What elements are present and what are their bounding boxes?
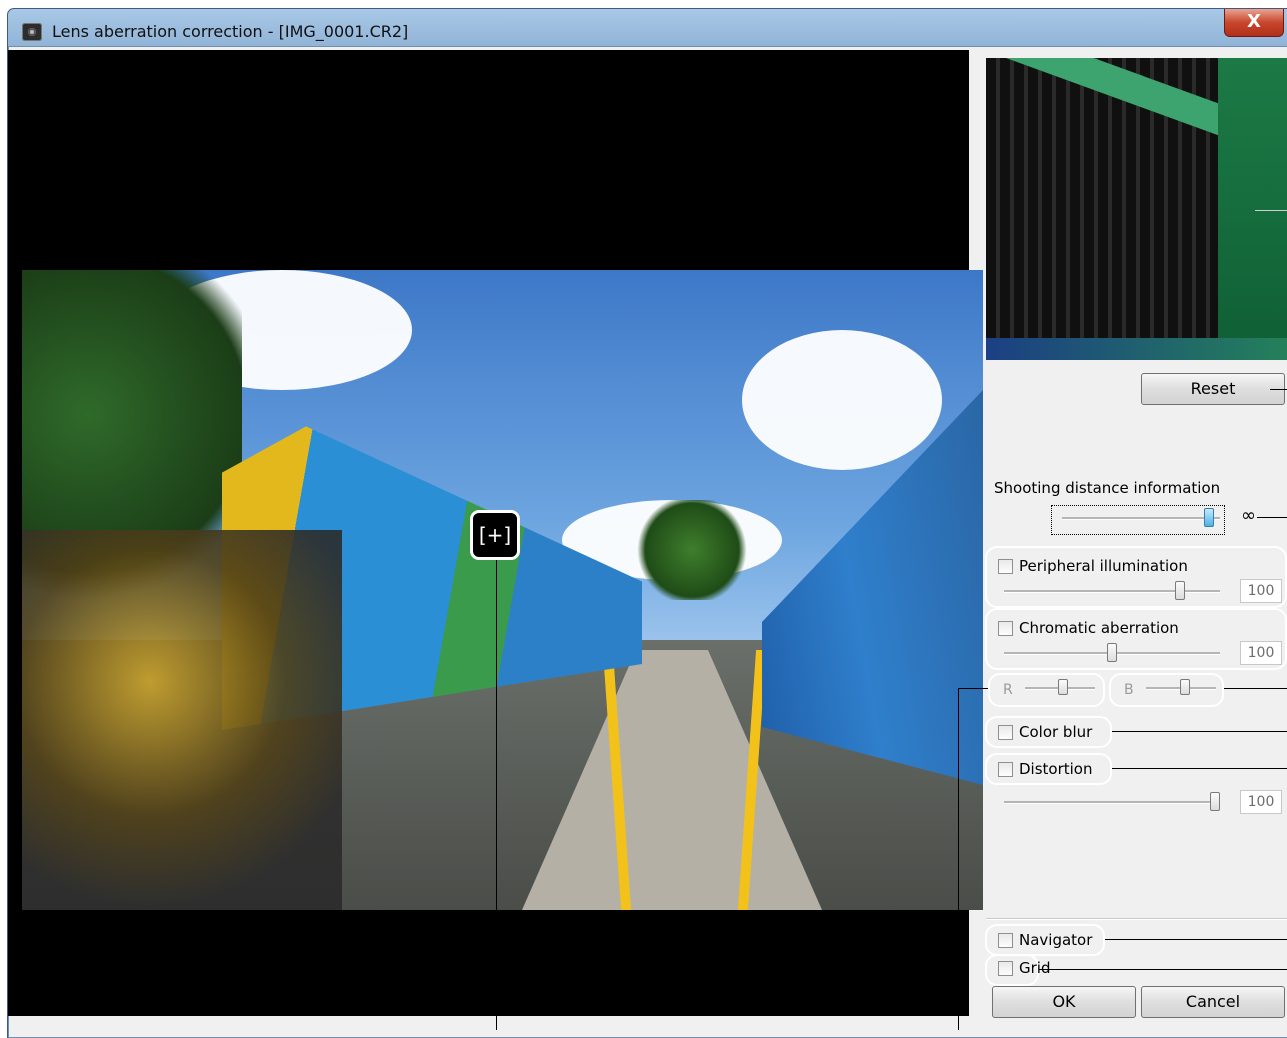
blue-channel-slider[interactable] — [1180, 679, 1190, 695]
train-coupler — [22, 530, 342, 910]
zoom-detail — [986, 338, 1287, 360]
shooting-distance-track — [1062, 517, 1220, 520]
callout-leader-line — [1255, 210, 1287, 211]
distortion-track — [1004, 801, 1220, 804]
grid-checkbox[interactable] — [998, 961, 1013, 976]
ok-button[interactable]: OK — [992, 986, 1136, 1018]
cancel-button[interactable]: Cancel — [1141, 986, 1285, 1018]
zoom-loupe-icon[interactable]: [+] — [470, 510, 520, 560]
red-channel-label: R — [1003, 682, 1013, 698]
callout-leader-line — [496, 560, 497, 1030]
navigator-checkbox[interactable] — [998, 933, 1013, 948]
color-blur-label: Color blur — [1019, 723, 1093, 741]
camera-app-icon — [22, 23, 42, 41]
zoom-detail — [1218, 58, 1287, 360]
shooting-distance-focus — [1051, 505, 1225, 535]
window-title: Lens aberration correction - [IMG_0001.C… — [52, 22, 409, 41]
zoom-view — [986, 58, 1287, 360]
callout-leader-line — [1112, 731, 1287, 732]
callout-leader-line — [1270, 389, 1287, 390]
callout-leader-line — [1039, 969, 1287, 970]
reset-button[interactable]: Reset — [1141, 373, 1285, 405]
palm-tree — [632, 500, 752, 600]
peripheral-illumination-label: Peripheral illumination — [1019, 557, 1188, 575]
preview-image — [22, 270, 983, 910]
close-button[interactable]: X — [1224, 9, 1284, 37]
navigator-label: Navigator — [1019, 931, 1093, 949]
peripheral-illumination-slider[interactable] — [1175, 581, 1185, 600]
callout-leader-line — [958, 688, 988, 689]
peripheral-illumination-checkbox[interactable] — [998, 559, 1013, 574]
separator — [986, 918, 1287, 920]
callout-leader-line — [1105, 939, 1287, 940]
distortion-label: Distortion — [1019, 760, 1093, 778]
chromatic-aberration-value[interactable]: 100 — [1240, 641, 1282, 665]
peripheral-illumination-value[interactable]: 100 — [1240, 579, 1282, 603]
callout-leader-line — [1112, 768, 1287, 769]
cloud — [742, 330, 942, 470]
grid-label: Grid — [1019, 959, 1051, 977]
chromatic-aberration-checkbox[interactable] — [998, 621, 1013, 636]
chromatic-aberration-label: Chromatic aberration — [1019, 619, 1179, 637]
callout-leader-line — [1224, 688, 1287, 689]
red-channel-slider[interactable] — [1058, 679, 1068, 695]
blue-channel-label: B — [1124, 682, 1134, 698]
color-blur-checkbox[interactable] — [998, 725, 1013, 740]
peripheral-illumination-track — [1004, 590, 1220, 593]
callout-leader-line — [958, 688, 959, 1030]
distortion-checkbox[interactable] — [998, 762, 1013, 777]
callout-leader-line — [1257, 517, 1287, 518]
chromatic-aberration-slider[interactable] — [1107, 643, 1117, 662]
distortion-value[interactable]: 100 — [1240, 790, 1282, 814]
shooting-distance-slider[interactable] — [1204, 508, 1214, 527]
distortion-slider[interactable] — [1210, 792, 1220, 811]
shooting-distance-label: Shooting distance information — [994, 479, 1221, 497]
infinity-icon: ∞ — [1241, 505, 1256, 526]
